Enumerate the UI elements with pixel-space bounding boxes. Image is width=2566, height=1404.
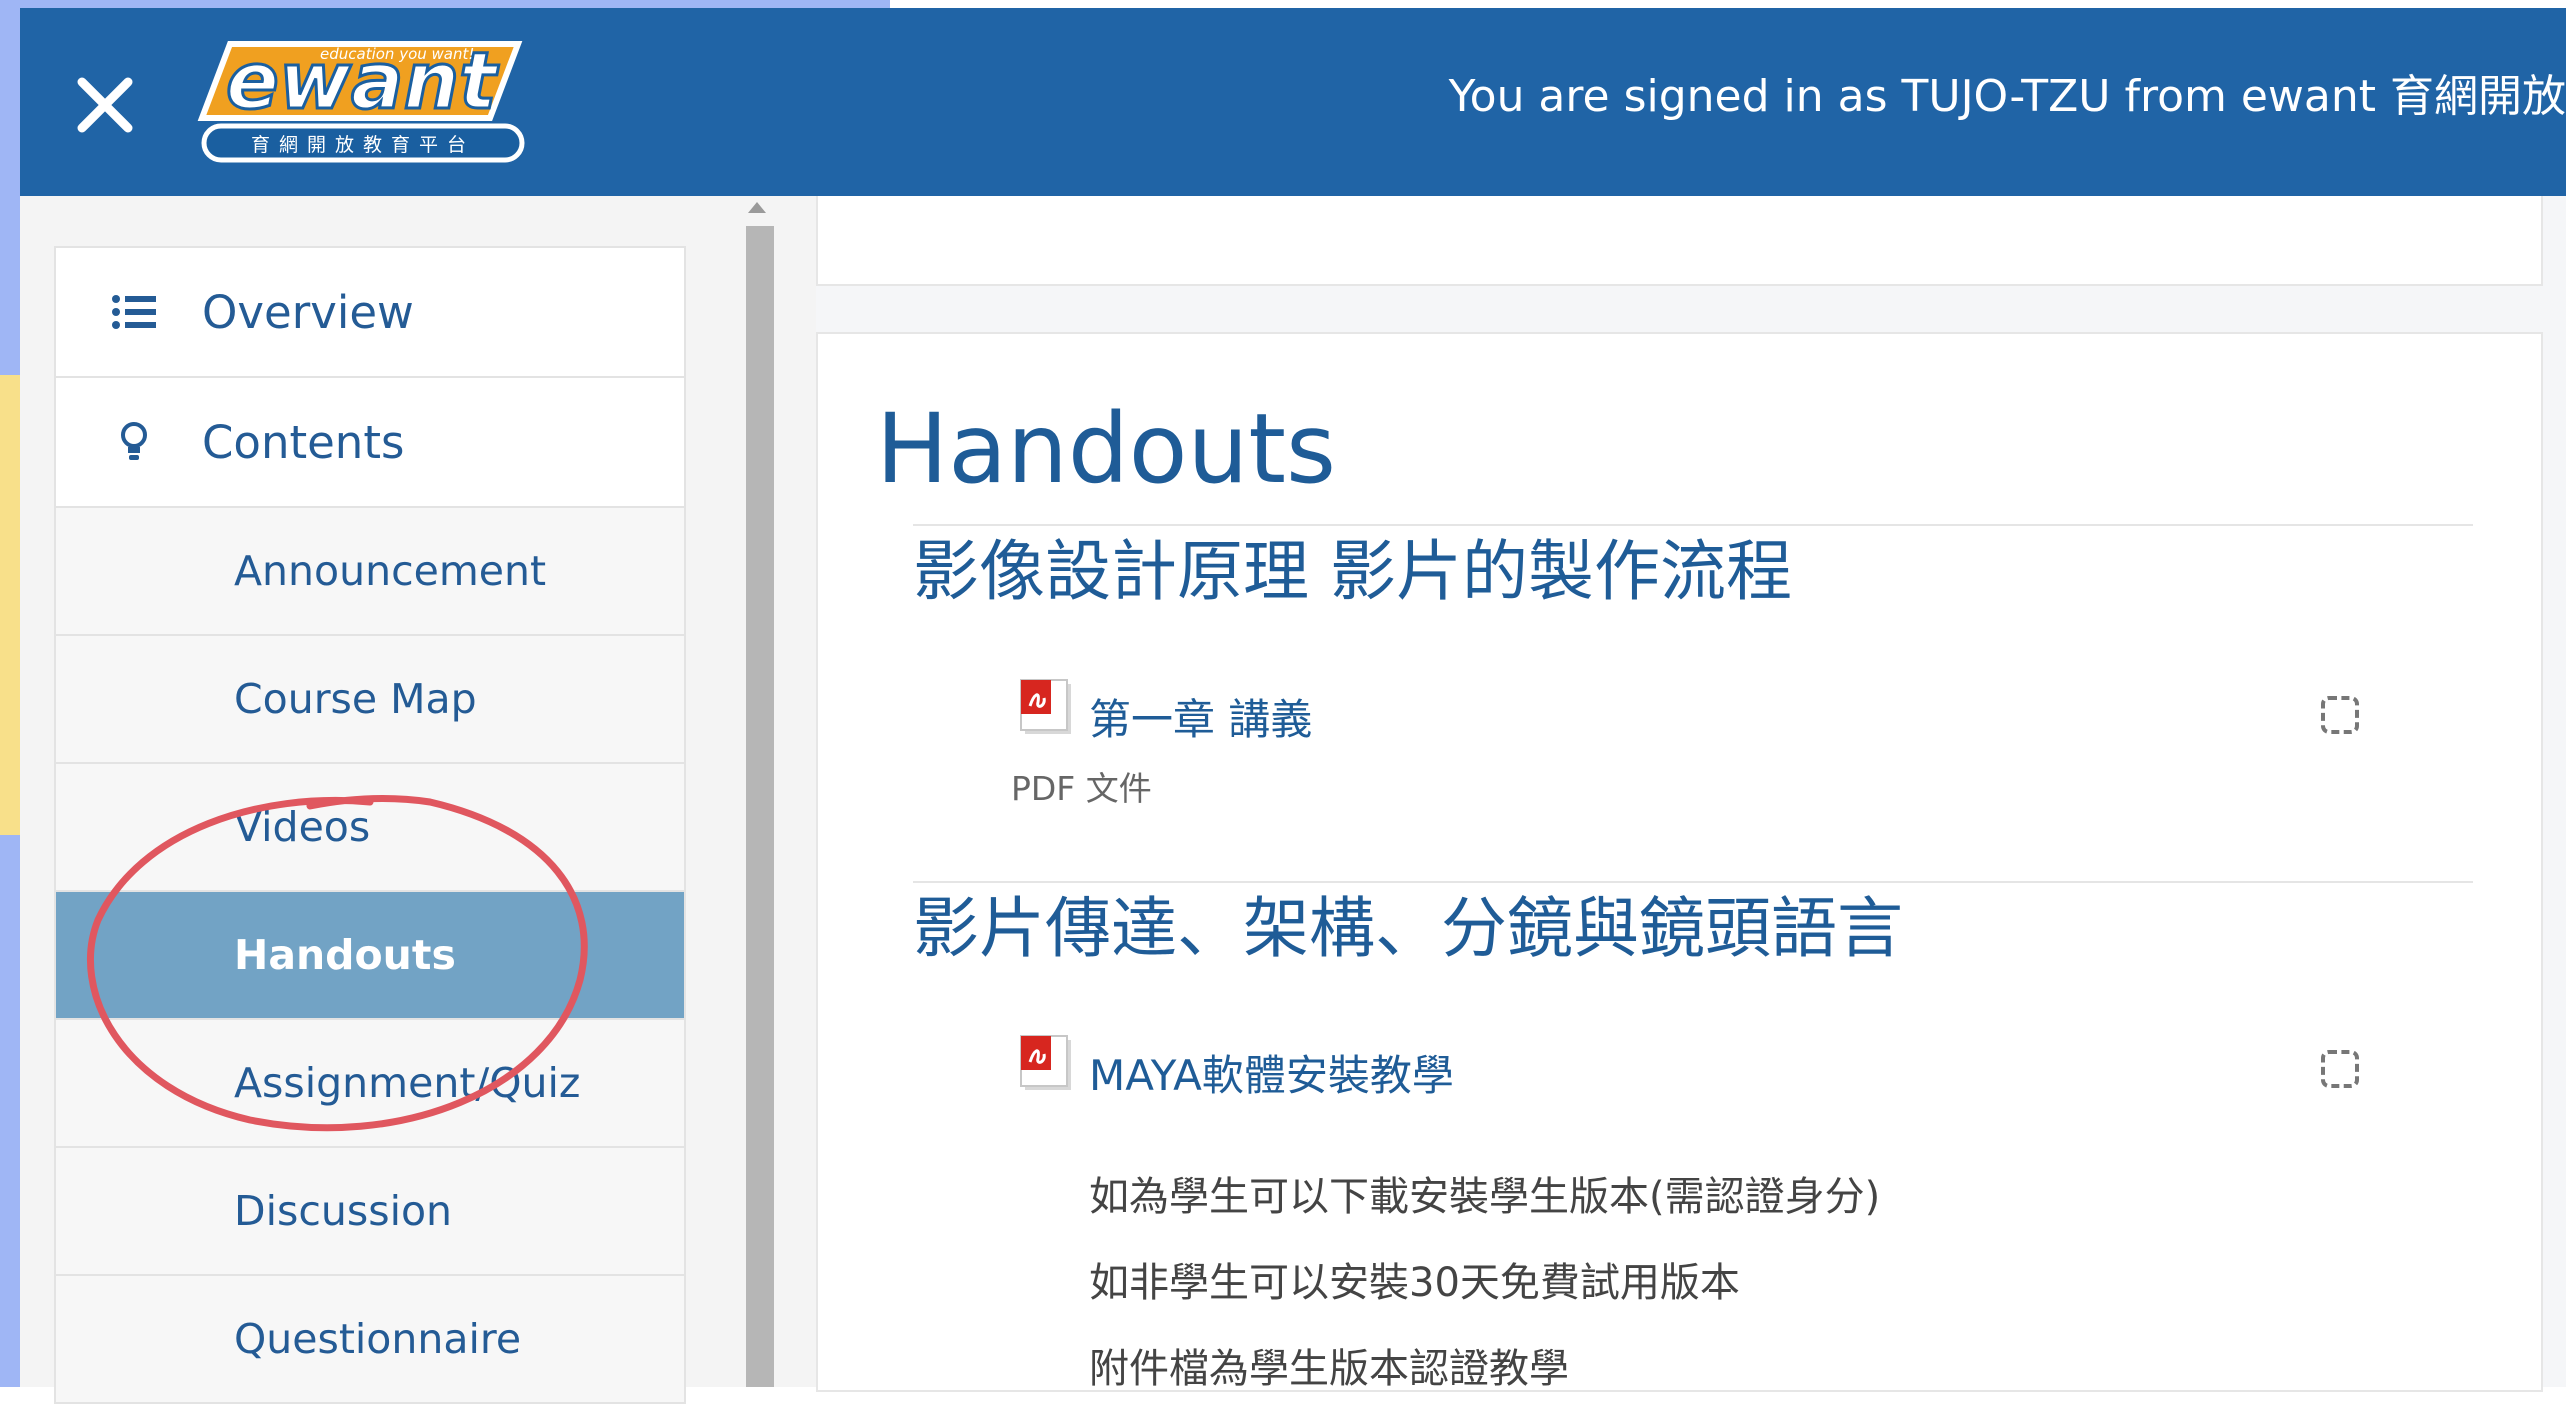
sidebar-item-label: Questionnaire bbox=[234, 1315, 522, 1363]
signed-in-text: You are signed in as TUJO-TZU from ewant… bbox=[1448, 71, 2566, 122]
sidebar-item-assignment-quiz[interactable]: Assignment/Quiz bbox=[56, 1020, 684, 1148]
sidebar-item-label: Overview bbox=[202, 285, 414, 339]
sidebar-item-handouts[interactable]: Handouts bbox=[56, 892, 684, 1020]
lightbulb-icon bbox=[108, 422, 160, 462]
top-edge-decoration bbox=[0, 0, 890, 8]
list-icon bbox=[108, 292, 160, 332]
sidebar-item-announcement[interactable]: Announcement bbox=[56, 508, 684, 636]
completion-checkbox[interactable] bbox=[2321, 696, 2359, 734]
close-icon bbox=[77, 77, 133, 133]
ewant-logo[interactable]: ewant education you want! 育網開放教育平台 bbox=[190, 26, 530, 166]
sidebar-item-label: Assignment/Quiz bbox=[234, 1059, 581, 1107]
section-divider bbox=[913, 524, 2473, 526]
description-line: 如為學生可以下載安裝學生版本(需認證身分) bbox=[1089, 1174, 1881, 1220]
left-edge-decoration bbox=[0, 0, 20, 1387]
section-divider bbox=[913, 881, 2473, 883]
course-sidebar: Overview Contents Announcement Course Ma… bbox=[20, 196, 816, 1404]
navbar: ewant education you want! 育網開放教育平台 You a… bbox=[20, 8, 2566, 196]
svg-text:education you want!: education you want! bbox=[320, 45, 474, 63]
sidebar-item-discussion[interactable]: Discussion bbox=[56, 1148, 684, 1276]
sidebar-item-overview[interactable]: Overview bbox=[56, 248, 684, 378]
main-content: Handouts 影像設計原理 影片的製作流程 第一章 講義 PDF 文件 影片… bbox=[816, 196, 2566, 1392]
activity-link[interactable]: MAYA軟體安裝教學 bbox=[1089, 1042, 1454, 1103]
activity-type: PDF 文件 bbox=[1011, 769, 1152, 808]
pdf-icon bbox=[1020, 1035, 1071, 1090]
scroll-up-arrow-icon[interactable] bbox=[748, 202, 766, 213]
sidebar-item-label: Announcement bbox=[234, 547, 547, 595]
sidebar-item-label: Discussion bbox=[234, 1187, 453, 1235]
pdf-icon bbox=[1020, 679, 1071, 734]
sidebar-item-questionnaire[interactable]: Questionnaire bbox=[56, 1276, 684, 1404]
close-drawer-button[interactable] bbox=[60, 60, 150, 150]
course-menu: Overview Contents Announcement Course Ma… bbox=[54, 246, 686, 1404]
section-title: 影像設計原理 影片的製作流程 bbox=[913, 533, 1792, 610]
section-title: 影片傳達、架構、分鏡與鏡頭語言 bbox=[913, 890, 1903, 967]
completion-checkbox[interactable] bbox=[2321, 1050, 2359, 1088]
previous-section-card bbox=[816, 196, 2543, 286]
page-title: Handouts bbox=[876, 393, 1337, 505]
description-line: 如非學生可以安裝30天免費試用版本 bbox=[1089, 1260, 1740, 1306]
activity-link[interactable]: 第一章 講義 bbox=[1089, 686, 1312, 747]
sidebar-item-videos[interactable]: Videos bbox=[56, 764, 684, 892]
sidebar-item-label: Course Map bbox=[234, 675, 477, 723]
sidebar-scrollbar[interactable] bbox=[738, 196, 778, 1387]
svg-text:育網開放教育平台: 育網開放教育平台 bbox=[251, 134, 475, 156]
sidebar-item-contents[interactable]: Contents bbox=[56, 378, 684, 508]
handouts-card: Handouts 影像設計原理 影片的製作流程 第一章 講義 PDF 文件 影片… bbox=[816, 332, 2543, 1392]
scrollbar-thumb[interactable] bbox=[746, 226, 774, 1387]
sidebar-item-label: Contents bbox=[202, 415, 405, 469]
description-line: 附件檔為學生版本認證教學 bbox=[1089, 1346, 1569, 1392]
sidebar-item-label: Videos bbox=[234, 803, 371, 851]
sidebar-item-label: Handouts bbox=[234, 931, 456, 979]
sidebar-item-course-map[interactable]: Course Map bbox=[56, 636, 684, 764]
